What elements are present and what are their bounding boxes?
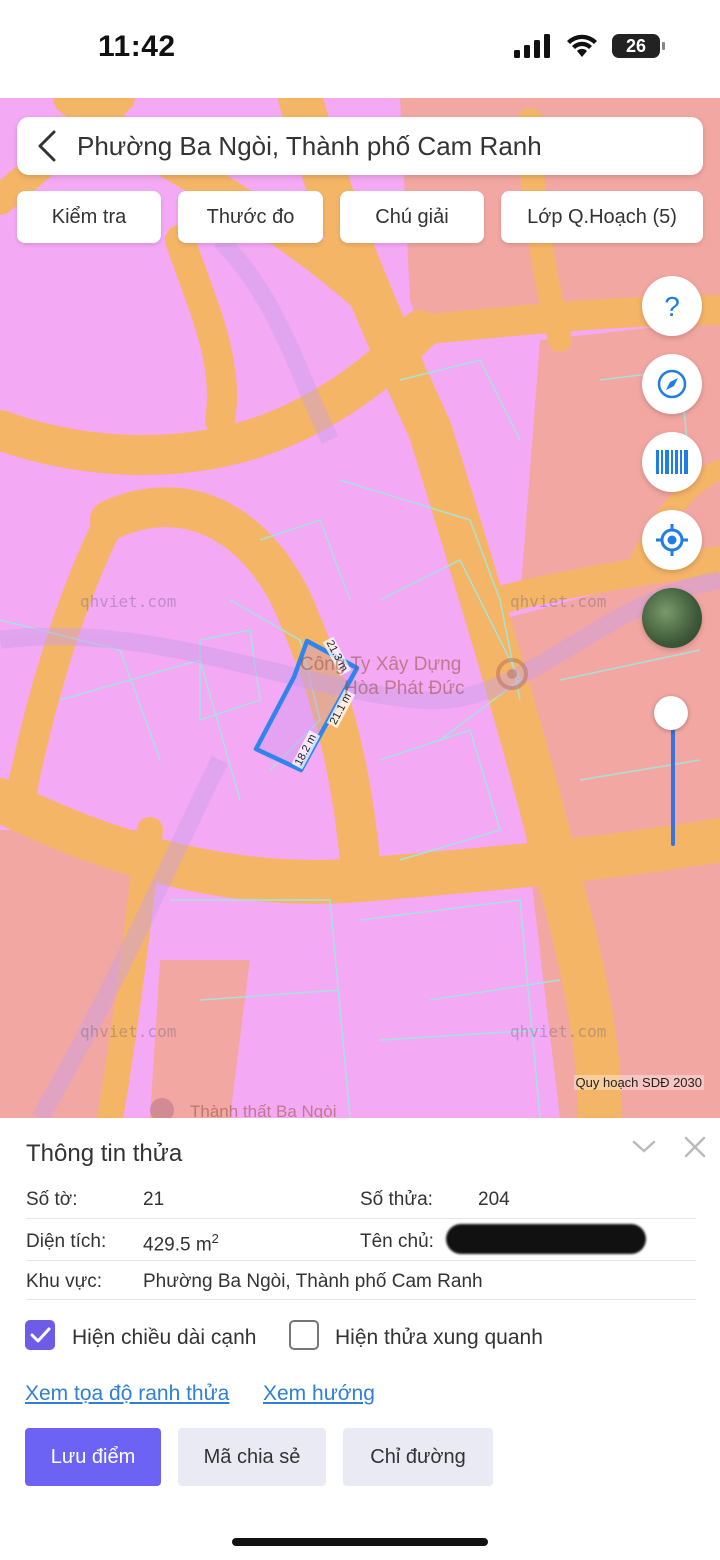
watermark-2: qhviet.com — [510, 592, 607, 611]
region-label: Khu vực: — [26, 1271, 103, 1292]
panel-title: Thông tin thửa — [26, 1140, 183, 1167]
checkmark-icon — [30, 1327, 51, 1343]
save-point-button[interactable]: Lưu điểm — [25, 1428, 161, 1486]
layers-button[interactable]: Lớp Q.Hoạch (5) — [501, 191, 703, 243]
home-indicator[interactable] — [232, 1538, 488, 1546]
svg-text:?: ? — [664, 291, 680, 321]
show-edges-checkbox[interactable] — [25, 1320, 55, 1350]
watermark-1: qhviet.com — [80, 592, 177, 611]
parcel-number-label: Số thửa: — [360, 1189, 433, 1210]
area-number: 429.5 m — [143, 1234, 212, 1256]
show-neighbors-checkbox[interactable] — [289, 1320, 319, 1350]
locate-icon — [656, 524, 688, 556]
sheet-value: 21 — [143, 1189, 165, 1210]
cellular-signal-icon — [514, 34, 550, 58]
watermark-3: qhviet.com — [80, 1022, 177, 1041]
battery-icon: 26 — [612, 34, 665, 58]
status-bar: 11:42 26 — [0, 0, 720, 98]
zoom-slider-track[interactable] — [671, 712, 675, 846]
watermark-4: qhviet.com — [510, 1022, 607, 1041]
help-icon: ? — [664, 291, 680, 321]
wifi-icon — [567, 34, 597, 57]
sheet-label: Số tờ: — [26, 1189, 78, 1210]
owner-label: Tên chủ: — [360, 1231, 434, 1252]
show-edges-label[interactable]: Hiện chiều dài cạnh — [72, 1326, 256, 1350]
help-button[interactable]: ? — [642, 276, 702, 336]
poi-label-company: Công Ty Xây Dựng — [300, 654, 462, 675]
owner-redacted — [446, 1224, 646, 1254]
compass-icon — [657, 369, 687, 399]
status-time: 11:42 — [98, 30, 176, 63]
back-icon[interactable] — [17, 117, 77, 175]
zoom-slider-handle[interactable] — [654, 696, 688, 730]
map-view[interactable]: 21.3 m 21.1 m 18.2 m Công Ty Xây Dựng Hò… — [0, 98, 720, 1118]
show-neighbors-label[interactable]: Hiện thửa xung quanh — [335, 1326, 543, 1350]
directions-button[interactable]: Chỉ đường — [343, 1428, 493, 1486]
legend-button[interactable]: Chú giải — [340, 191, 484, 243]
ruler-button[interactable]: Thước đo — [178, 191, 323, 243]
parcel-number-value: 204 — [478, 1189, 510, 1210]
location-header[interactable]: Phường Ba Ngòi, Thành phố Cam Ranh — [17, 117, 703, 175]
divider — [26, 1260, 696, 1261]
view-boundary-coordinates-link[interactable]: Xem tọa độ ranh thửa — [25, 1382, 229, 1406]
location-title: Phường Ba Ngòi, Thành phố Cam Ranh — [77, 130, 542, 161]
close-icon[interactable] — [682, 1134, 708, 1160]
check-button[interactable]: Kiểm tra — [17, 191, 161, 243]
area-label: Diện tích: — [26, 1231, 107, 1252]
divider — [26, 1299, 696, 1300]
locate-me-button[interactable] — [642, 510, 702, 570]
poi-label-bottom: Thành thất Ba Ngòi — [190, 1102, 337, 1118]
region-value: Phường Ba Ngòi, Thành phố Cam Ranh — [143, 1271, 483, 1292]
area-unit-sup: 2 — [211, 1231, 219, 1246]
parcel-info-panel: Thông tin thửa Số tờ: 21 Số thửa: 204 Di… — [0, 1118, 720, 1560]
satellite-toggle-button[interactable] — [642, 588, 702, 648]
view-direction-link[interactable]: Xem hướng — [263, 1382, 375, 1406]
chevron-down-icon[interactable] — [630, 1136, 658, 1156]
divider — [26, 1218, 696, 1219]
poi-label-company-2: Hòa Phát Đức — [344, 678, 465, 699]
status-icons: 26 — [514, 34, 665, 58]
barcode-icon — [656, 450, 688, 474]
barcode-button[interactable] — [642, 432, 702, 492]
share-code-button[interactable]: Mã chia sẻ — [178, 1428, 326, 1486]
area-value: 429.5 m2 — [143, 1231, 219, 1256]
map-credit: Quy hoạch SDĐ 2030 — [573, 1075, 704, 1090]
compass-button[interactable] — [642, 354, 702, 414]
